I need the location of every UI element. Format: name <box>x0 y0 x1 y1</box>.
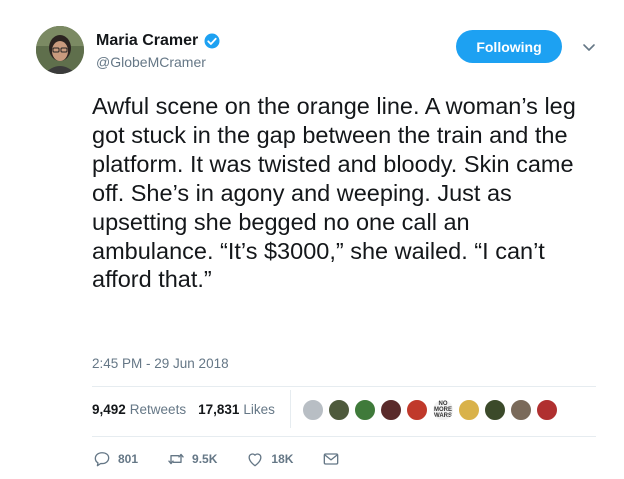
engagement-stats: 9,492 Retweets 17,831 Likes <box>92 402 287 417</box>
liker-avatar[interactable] <box>380 399 402 421</box>
heart-icon <box>248 453 262 467</box>
like-count: 18K <box>271 452 294 466</box>
chevron-down-icon[interactable] <box>580 38 598 56</box>
envelope-icon <box>324 453 339 465</box>
liker-avatar[interactable] <box>328 399 350 421</box>
tweet-actions: 801 9.5K 18K <box>92 448 369 470</box>
liker-avatar[interactable] <box>302 399 324 421</box>
tweet-header: Maria Cramer @GlobeMCramer Following <box>36 26 606 74</box>
reply-count: 801 <box>118 452 139 466</box>
reply-icon <box>94 452 110 467</box>
liker-avatar[interactable] <box>458 399 480 421</box>
avatar[interactable] <box>36 26 84 74</box>
retweets-label[interactable]: Retweets <box>130 402 186 417</box>
liker-avatar[interactable]: NO MORE WARS <box>432 399 454 421</box>
liker-avatar[interactable] <box>354 399 376 421</box>
divider-top <box>92 386 596 387</box>
liker-avatars: NO MORE WARS <box>302 399 562 421</box>
retweets-count[interactable]: 9,492 <box>92 402 126 417</box>
likes-label[interactable]: Likes <box>243 402 275 417</box>
tweet-timestamp[interactable]: 2:45 PM - 29 Jun 2018 <box>92 356 229 371</box>
stats-separator <box>290 390 291 428</box>
retweet-icon <box>168 453 184 465</box>
retweet-button[interactable]: 9.5K <box>166 449 217 469</box>
liker-avatar[interactable] <box>484 399 506 421</box>
direct-message-button[interactable] <box>321 449 341 469</box>
author-name[interactable]: Maria Cramer <box>96 32 198 50</box>
liker-avatar[interactable] <box>536 399 558 421</box>
author-handle[interactable]: @GlobeMCramer <box>96 54 206 70</box>
following-button[interactable]: Following <box>456 30 562 63</box>
liker-avatar[interactable] <box>510 399 532 421</box>
divider-bottom <box>92 436 596 437</box>
like-button[interactable]: 18K <box>245 449 293 469</box>
tweet-text: Awful scene on the orange line. A woman’… <box>92 93 576 293</box>
likes-count[interactable]: 17,831 <box>198 402 239 417</box>
reply-button[interactable]: 801 <box>92 449 138 469</box>
author-name-row: Maria Cramer <box>96 32 221 50</box>
retweet-count: 9.5K <box>192 452 218 466</box>
liker-avatar[interactable] <box>406 399 428 421</box>
verified-badge-icon <box>204 33 220 49</box>
